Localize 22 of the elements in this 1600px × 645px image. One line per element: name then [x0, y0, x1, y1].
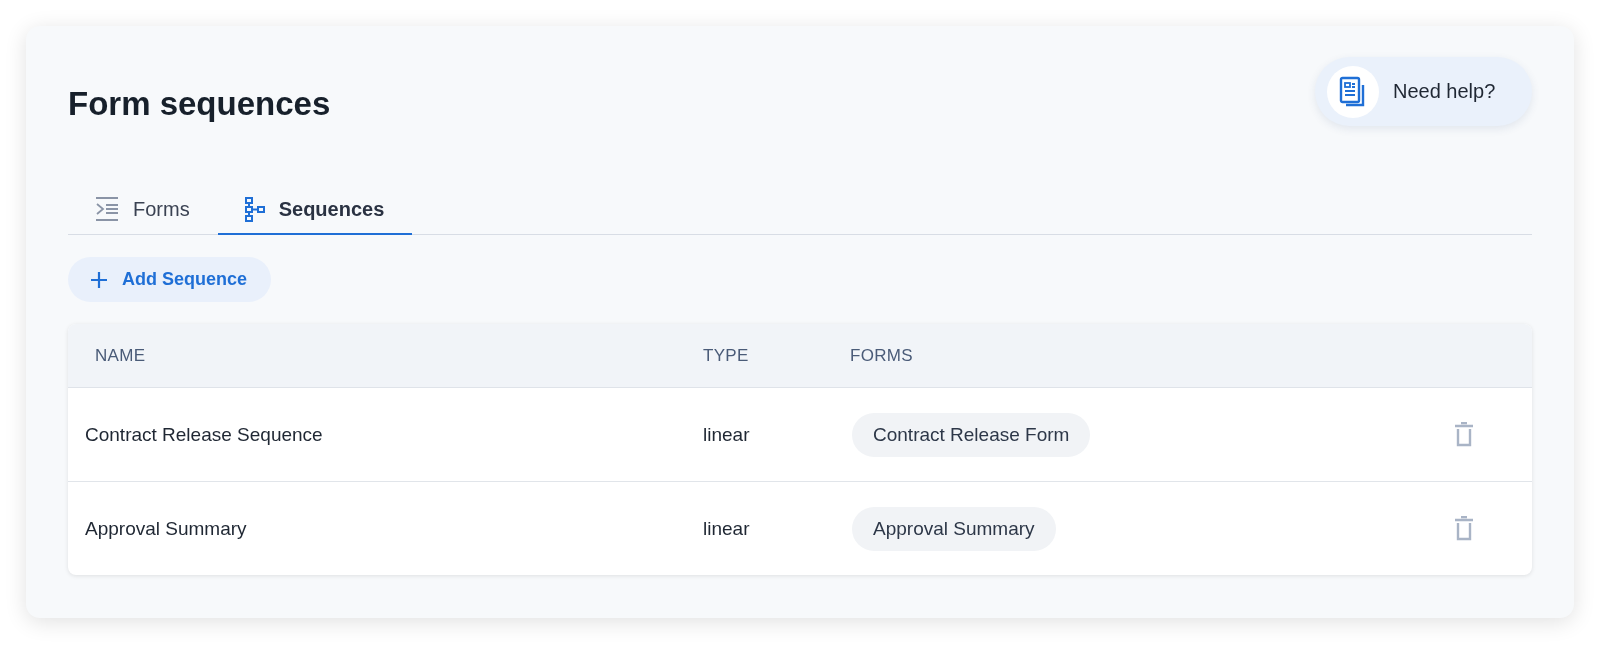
- delete-button[interactable]: [1454, 516, 1474, 541]
- plus-icon: [90, 270, 108, 289]
- column-header: TYPE: [703, 345, 750, 366]
- tab[interactable]: Sequences: [217, 185, 413, 235]
- column-header: FORMS: [850, 345, 914, 366]
- form-tag: Contract Release Form: [852, 412, 1091, 457]
- add-sequence-button[interactable]: Add Sequence: [68, 257, 271, 302]
- help-button[interactable]: Need help?: [1315, 57, 1532, 126]
- column-header: NAME: [94, 345, 147, 366]
- tab[interactable]: Forms: [68, 185, 218, 235]
- page-title: Form sequences: [68, 84, 331, 124]
- trash-icon: [1454, 422, 1474, 447]
- list-icon: [95, 196, 119, 222]
- hierarchy-icon: [244, 196, 265, 222]
- trash-icon: [1454, 516, 1474, 541]
- table-cell-text: linear: [703, 517, 751, 540]
- table-cell-text: Approval Summary: [84, 517, 248, 540]
- delete-button[interactable]: [1454, 422, 1474, 447]
- document-icon: [1327, 65, 1379, 118]
- table-cell-text: linear: [703, 423, 751, 446]
- form-tag: Approval Summary: [852, 506, 1056, 551]
- table-cell-text: Contract Release Sequence: [84, 423, 324, 446]
